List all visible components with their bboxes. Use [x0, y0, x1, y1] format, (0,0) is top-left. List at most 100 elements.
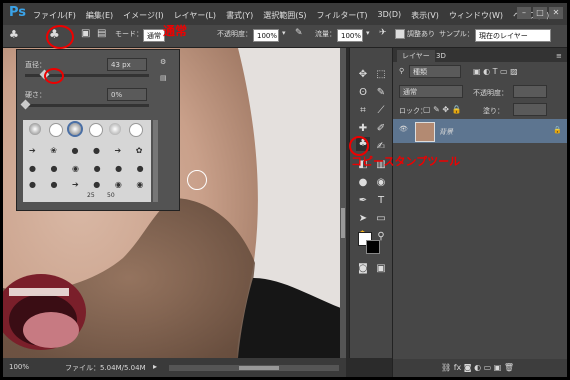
menu-filter[interactable]: フィルター(T)	[317, 10, 368, 21]
blend-mode-select[interactable]: 通常	[399, 85, 463, 98]
menu-select[interactable]: 選択範囲(S)	[263, 10, 306, 21]
healing-brush-tool-icon[interactable]: ✚	[356, 122, 370, 136]
brush-preset-row-2[interactable]: ➔ ❀ ● ● ➔ ✿	[29, 146, 149, 155]
horizontal-scrollbar[interactable]	[169, 365, 339, 371]
brush-preset-soft-2[interactable]	[109, 123, 121, 135]
sample-select[interactable]: 現在のレイヤー	[475, 29, 551, 42]
hardness-slider[interactable]	[25, 104, 149, 107]
shape-tool-icon[interactable]: ▭	[374, 212, 388, 226]
menu-type[interactable]: 書式(Y)	[226, 10, 253, 21]
ps-logo: Ps	[9, 5, 27, 20]
flow-input[interactable]: 100%	[337, 29, 363, 42]
brush-size-25: 25	[87, 192, 95, 199]
menu-layer[interactable]: レイヤー(L)	[174, 10, 216, 21]
maximize-button[interactable]: □	[533, 7, 547, 19]
brush-panel-icon[interactable]: ▤	[97, 28, 106, 39]
annotation-circle-preset	[46, 25, 74, 49]
airbrush-icon[interactable]: ✈	[379, 28, 387, 38]
scroll-thumb[interactable]	[341, 208, 345, 238]
blur-tool-icon[interactable]: ●	[356, 176, 370, 190]
crop-tool-icon[interactable]: ⌗	[356, 104, 370, 118]
status-bar: 100% ファイル：5.04M/5.04M ▸	[3, 358, 346, 377]
tab-3d[interactable]: 3D	[431, 50, 451, 62]
filter-buttons-icon[interactable]: ▣ ◐ T ▭ ▨	[473, 67, 518, 76]
pressure-opacity-icon[interactable]: ✎	[295, 28, 303, 38]
file-info: ファイル：5.04M/5.04M	[65, 364, 146, 372]
menu-file[interactable]: ファイル(F)	[33, 10, 76, 21]
dodge-tool-icon[interactable]: ◉	[374, 176, 388, 190]
brush-preset-list[interactable]: ➔ ❀ ● ● ➔ ✿ ● ● ◉ ● ● ● ● ● ➔ ● ◉ ◉ 25 5…	[23, 120, 151, 202]
brush-cursor	[187, 170, 207, 190]
brush-preset-selected[interactable]	[67, 121, 83, 137]
preset-scrollbar[interactable]	[153, 120, 158, 202]
eyedropper-tool-icon[interactable]: ⟋	[374, 104, 388, 118]
kind-select[interactable]: 種類	[409, 65, 461, 78]
popup-gear-icon[interactable]: ⚙	[160, 58, 166, 66]
close-button[interactable]: ✕	[549, 7, 563, 19]
menu-image[interactable]: イメージ(I)	[123, 10, 163, 21]
flow-arrow-icon[interactable]: ▾	[366, 29, 370, 37]
brush-preset-row-4[interactable]: ● ● ➔ ● ◉ ◉	[29, 180, 149, 189]
marquee-tool-icon[interactable]: ⬚	[374, 68, 388, 82]
window-buttons: – □ ✕	[517, 7, 563, 19]
tab-layers[interactable]: レイヤー	[397, 50, 435, 62]
menu-view[interactable]: 表示(V)	[411, 10, 439, 21]
aligned-checkbox[interactable]: 調整あり	[395, 29, 435, 39]
history-brush-tool-icon[interactable]: ✍	[374, 140, 388, 154]
quick-select-tool-icon[interactable]: ✎	[374, 86, 388, 100]
mode-label: モード：	[115, 30, 143, 38]
layers-footer: ⛓ fx ◙ ◐ ▭ ▣ 🗑	[393, 359, 567, 377]
layer-opacity-input[interactable]	[513, 85, 547, 98]
screen-mode-icon[interactable]: ▣	[374, 262, 388, 276]
background-color-swatch[interactable]	[366, 240, 380, 254]
move-tool-icon[interactable]: ✥	[356, 68, 370, 82]
fill-input[interactable]	[513, 103, 547, 116]
options-bar: ♣ ♣ ▣ ▤ モード： 通常 不透明度： 100% ▾ ✎ 流量： 100% …	[3, 25, 567, 48]
opacity-input[interactable]: 100%	[253, 29, 279, 42]
checkmark-icon	[395, 29, 405, 39]
eye-icon[interactable]: 👁	[399, 125, 408, 133]
opacity-arrow-icon[interactable]: ▾	[282, 29, 286, 37]
panel-menu-icon[interactable]: ≡	[551, 50, 567, 62]
quick-mask-icon[interactable]: ◙	[356, 262, 370, 276]
brush-preset-hard-2[interactable]	[89, 123, 103, 137]
zoom-level[interactable]: 100%	[9, 363, 29, 371]
aligned-label: 調整あり	[407, 30, 435, 38]
menu-3d[interactable]: 3D(D)	[378, 10, 402, 21]
vertical-scrollbar[interactable]	[340, 48, 346, 358]
brush-tool-icon[interactable]: ✐	[374, 122, 388, 136]
menu-edit[interactable]: 編集(E)	[86, 10, 113, 21]
filter-icon: ⚲	[399, 67, 405, 75]
brush-preset-row-3[interactable]: ● ● ◉ ● ● ●	[29, 164, 150, 173]
mode-select[interactable]: 通常	[143, 29, 165, 42]
menu-list: ファイル(F) 編集(E) イメージ(I) レイヤー(L) 書式(Y) 選択範囲…	[33, 10, 549, 21]
sample-label: サンプル：	[439, 30, 474, 38]
clone-source-panel-icon[interactable]: ▣	[81, 28, 90, 39]
stamp-tool-preset-icon[interactable]: ♣	[9, 28, 19, 41]
path-select-tool-icon[interactable]: ➤	[356, 212, 370, 226]
annotation-tool-label: コピースタンプツール	[351, 155, 461, 168]
brush-size-50: 50	[107, 192, 115, 199]
fill-label: 塗り：	[483, 107, 504, 115]
lock-icons[interactable]: ▢ ✎ ✥ 🔒	[423, 105, 462, 114]
hardness-input[interactable]: 0%	[107, 88, 147, 101]
flow-label: 流量：	[315, 30, 336, 38]
status-arrow-icon[interactable]: ▸	[153, 362, 157, 371]
layer-footer-icons[interactable]: ⛓ fx ◙ ◐ ▭ ▣ 🗑	[441, 363, 514, 372]
type-tool-icon[interactable]: T	[374, 194, 388, 208]
hardness-label: 硬さ：	[25, 91, 46, 99]
minimize-button[interactable]: –	[517, 7, 531, 19]
size-input[interactable]: 43 px	[107, 58, 147, 71]
h-scroll-thumb[interactable]	[239, 366, 279, 370]
hardness-slider-knob[interactable]	[20, 99, 31, 110]
pen-tool-icon[interactable]: ✒	[356, 194, 370, 208]
lasso-tool-icon[interactable]: ʘ	[356, 86, 370, 100]
brush-preset-hard[interactable]	[49, 123, 63, 137]
layer-name: 背景	[439, 128, 453, 136]
menu-bar: Ps ファイル(F) 編集(E) イメージ(I) レイヤー(L) 書式(Y) 選…	[3, 3, 567, 25]
menu-window[interactable]: ウィンドウ(W)	[449, 10, 503, 21]
new-preset-icon[interactable]: ▤	[160, 74, 167, 82]
brush-preset-soft[interactable]	[29, 123, 41, 135]
brush-preset-hard-3[interactable]	[129, 123, 143, 137]
layer-row-background[interactable]: 👁 背景 🔒	[393, 119, 567, 143]
